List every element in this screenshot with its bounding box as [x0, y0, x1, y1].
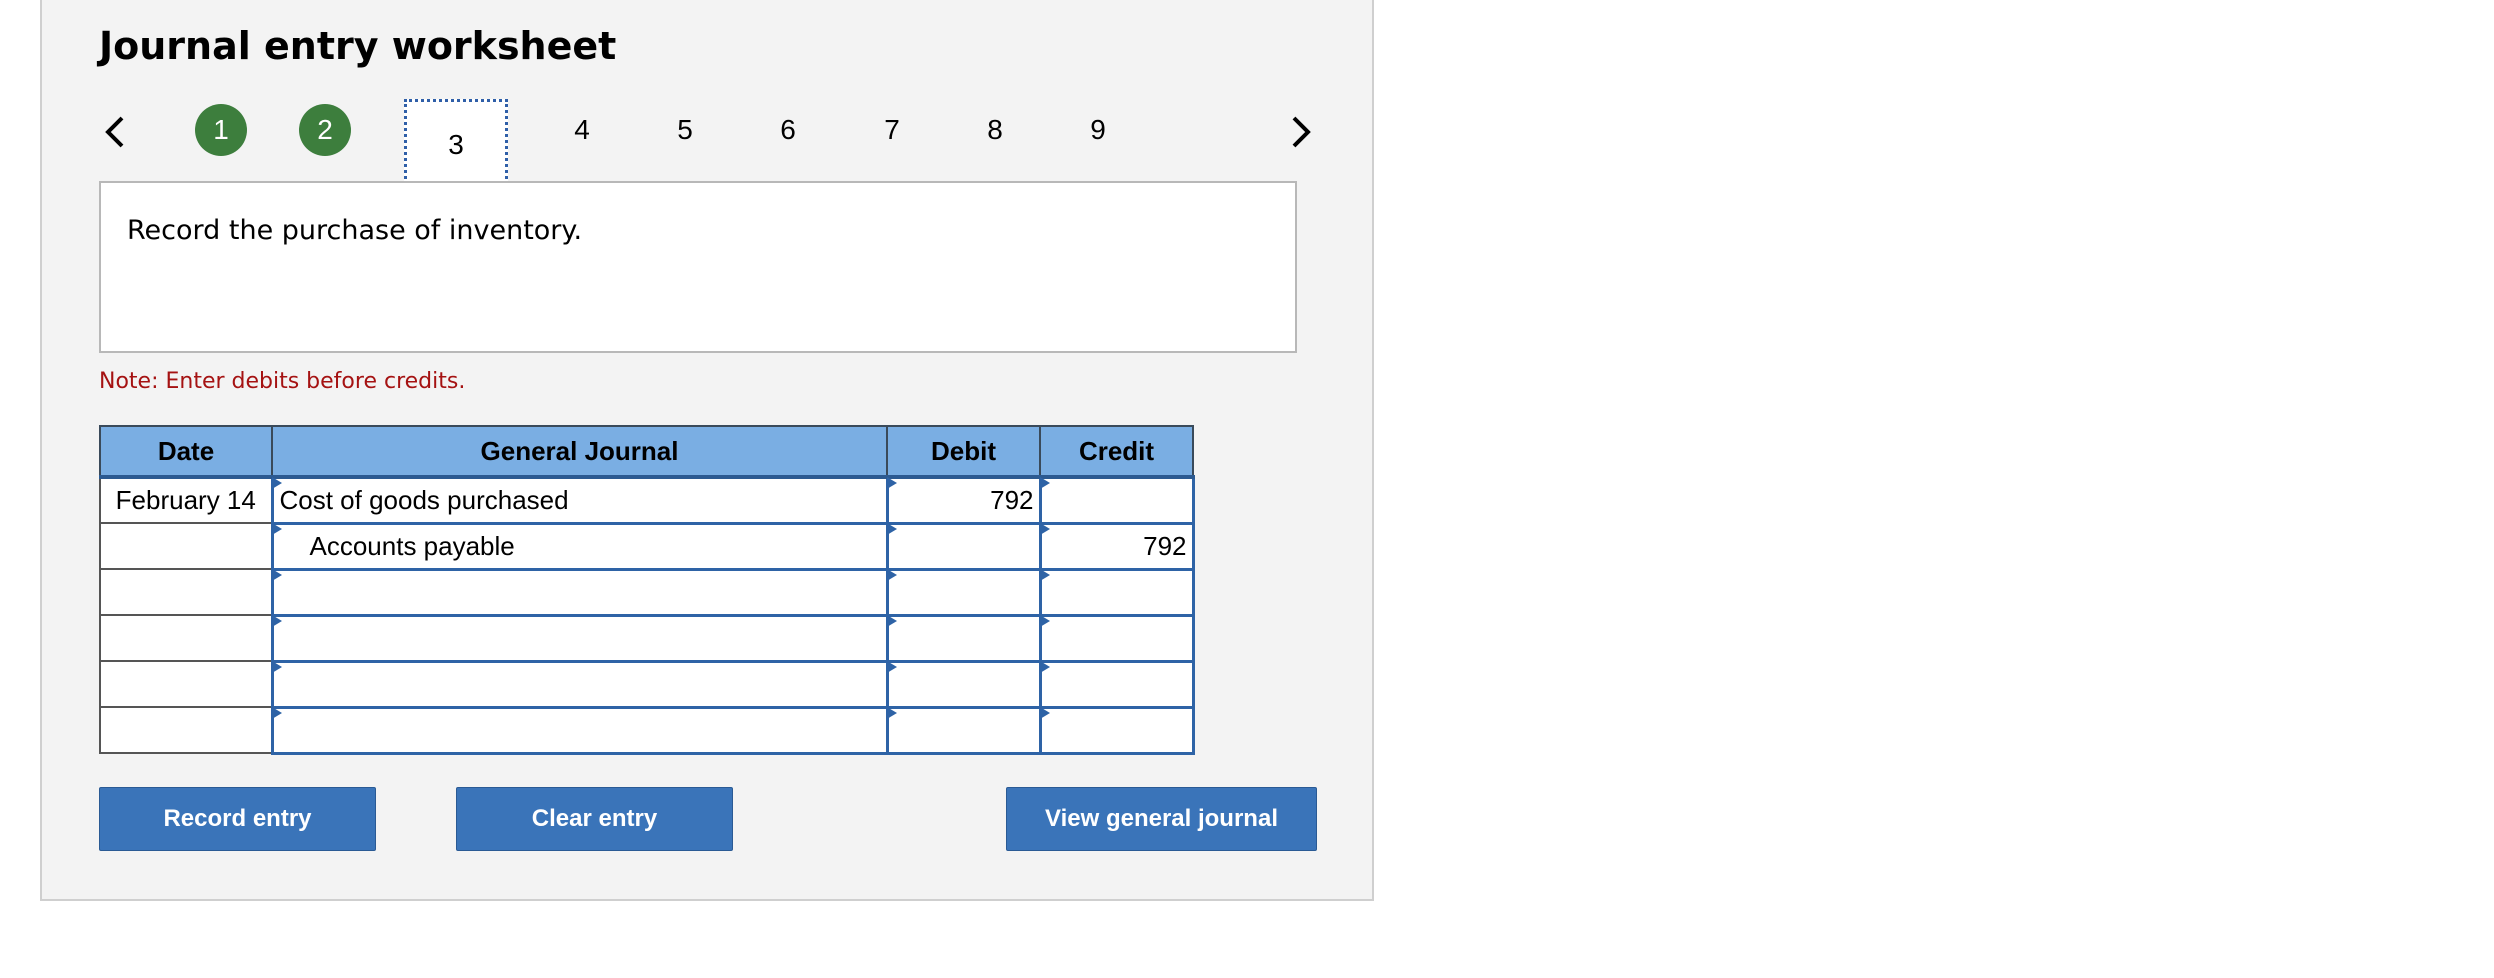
- debit-input[interactable]: [885, 659, 1042, 709]
- page-title: Journal entry worksheet: [99, 24, 617, 68]
- table-row: [99, 613, 1195, 663]
- previous-step-button[interactable]: [100, 112, 130, 152]
- debit-input[interactable]: [885, 567, 1042, 617]
- chevron-right-icon: [1292, 116, 1311, 148]
- instruction-text: Record the purchase of inventory.: [127, 215, 583, 246]
- date-cell: [99, 706, 273, 754]
- header-general-journal: General Journal: [271, 425, 888, 479]
- credit-input[interactable]: [1038, 705, 1195, 755]
- table-row: [99, 567, 1195, 617]
- step-7[interactable]: 7: [866, 104, 918, 156]
- view-general-journal-button[interactable]: View general journal: [1006, 787, 1317, 851]
- step-5[interactable]: 5: [659, 104, 711, 156]
- account-input[interactable]: [270, 613, 889, 663]
- instruction-box: Record the purchase of inventory.: [99, 181, 1297, 353]
- account-input[interactable]: Cost of goods purchased: [270, 475, 889, 525]
- credit-input[interactable]: [1038, 659, 1195, 709]
- date-cell: [99, 660, 273, 708]
- credit-input[interactable]: [1038, 475, 1195, 525]
- account-input[interactable]: [270, 705, 889, 755]
- chevron-left-icon: [105, 116, 124, 148]
- table-row: Accounts payable 792: [99, 521, 1195, 571]
- next-step-button[interactable]: [1286, 112, 1316, 152]
- date-cell: [99, 522, 273, 570]
- table-row: [99, 659, 1195, 709]
- record-entry-button[interactable]: Record entry: [99, 787, 376, 851]
- date-cell: February 14: [99, 476, 273, 524]
- table-row: February 14 Cost of goods purchased 792: [99, 475, 1195, 525]
- step-4[interactable]: 4: [556, 104, 608, 156]
- step-2[interactable]: 2: [299, 104, 351, 156]
- debit-credit-note: Note: Enter debits before credits.: [99, 369, 466, 394]
- account-input[interactable]: Accounts payable: [270, 521, 889, 571]
- step-6[interactable]: 6: [762, 104, 814, 156]
- credit-input[interactable]: [1038, 567, 1195, 617]
- header-date: Date: [99, 425, 273, 479]
- header-debit: Debit: [886, 425, 1041, 479]
- account-input[interactable]: [270, 659, 889, 709]
- step-9[interactable]: 9: [1072, 104, 1124, 156]
- credit-input[interactable]: 792: [1038, 521, 1195, 571]
- debit-input[interactable]: [885, 521, 1042, 571]
- table-row: [99, 705, 1195, 755]
- clear-entry-button[interactable]: Clear entry: [456, 787, 733, 851]
- journal-table: Date General Journal Debit Credit Februa…: [99, 425, 1195, 755]
- debit-input[interactable]: 792: [885, 475, 1042, 525]
- header-credit: Credit: [1039, 425, 1194, 479]
- credit-input[interactable]: [1038, 613, 1195, 663]
- date-cell: [99, 614, 273, 662]
- step-1[interactable]: 1: [195, 104, 247, 156]
- date-cell: [99, 568, 273, 616]
- account-input[interactable]: [270, 567, 889, 617]
- step-8[interactable]: 8: [969, 104, 1021, 156]
- debit-input[interactable]: [885, 705, 1042, 755]
- table-header-row: Date General Journal Debit Credit: [99, 425, 1194, 479]
- debit-input[interactable]: [885, 613, 1042, 663]
- step-3-current[interactable]: 3: [404, 99, 508, 185]
